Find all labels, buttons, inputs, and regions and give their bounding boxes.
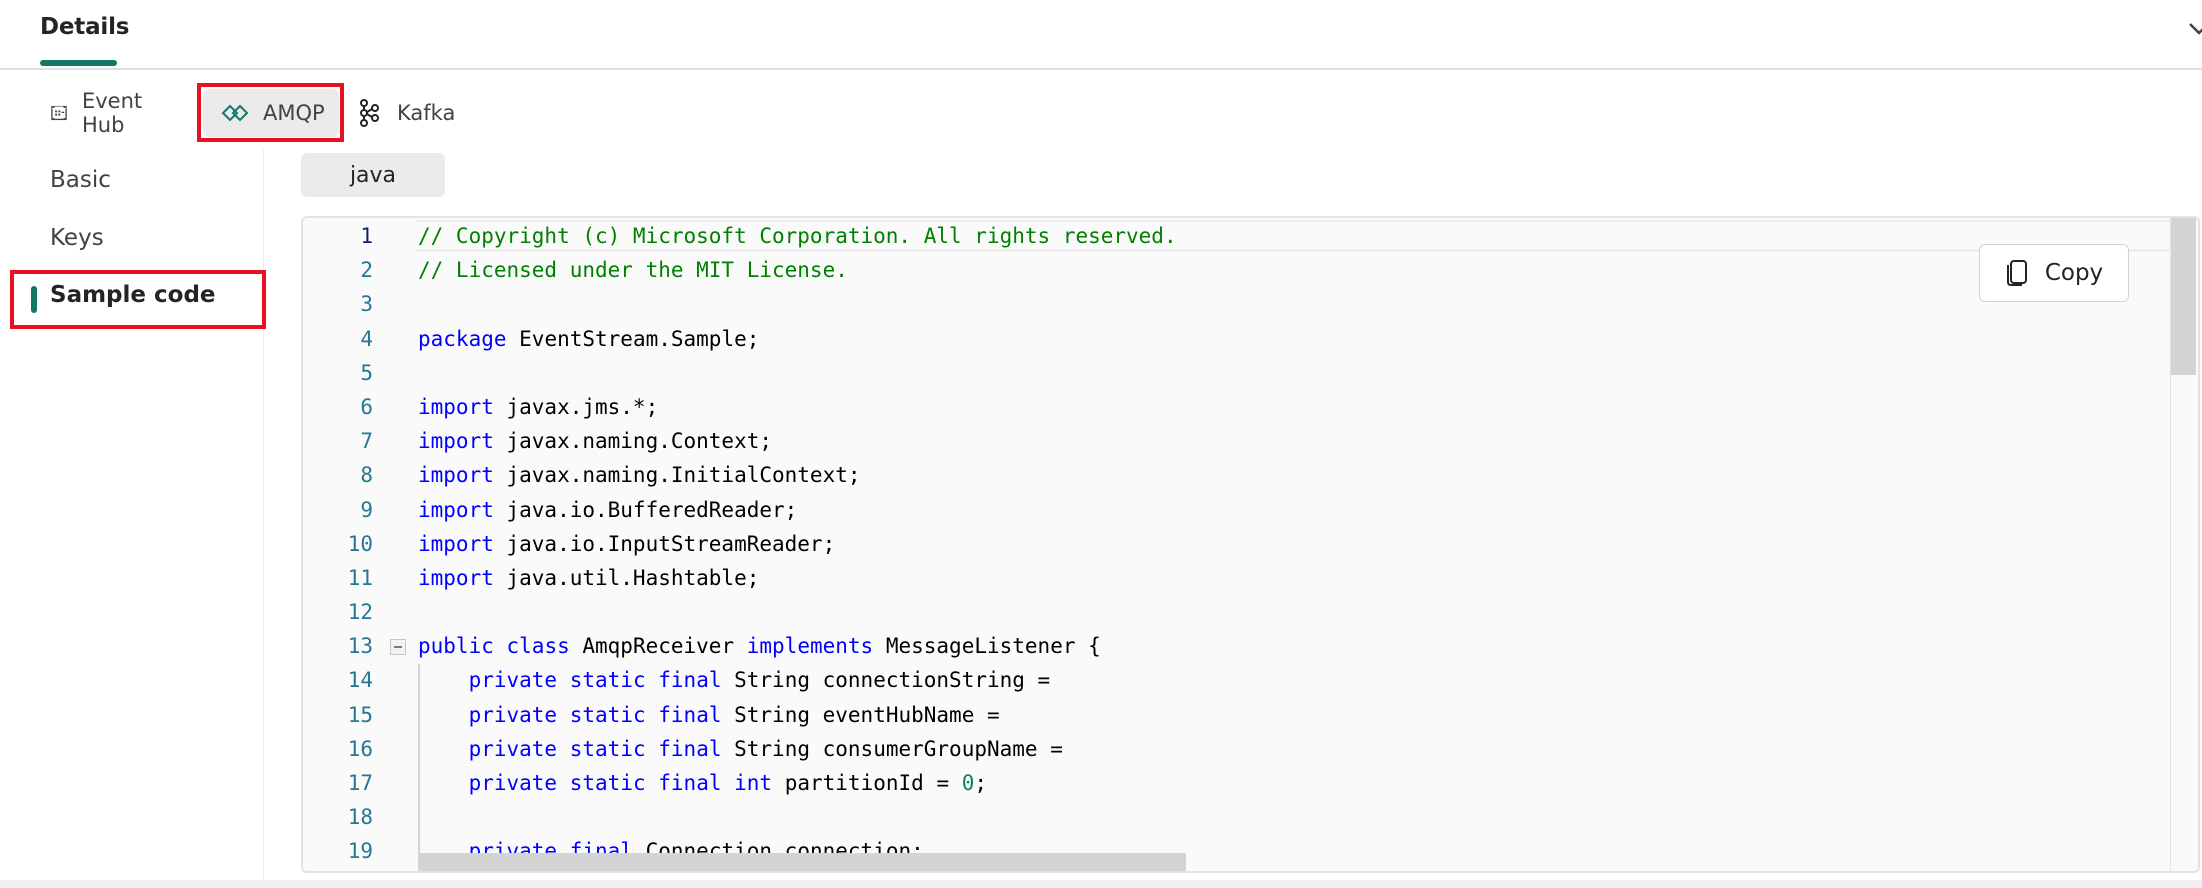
code-text: import javax.naming.InitialContext; [418, 463, 861, 488]
line-number: 18 [347, 805, 373, 830]
code-text: package EventStream.Sample; [418, 326, 760, 351]
code-line: 14 private static final String connectio… [303, 663, 2198, 697]
code-line: 10 import java.io.InputStreamReader; [303, 527, 2198, 561]
amqp-button[interactable]: AMQP [203, 89, 339, 137]
line-number: 11 [347, 565, 373, 590]
copy-button[interactable]: Copy [1979, 244, 2129, 302]
code-text: private static final String eventHubName… [468, 702, 1000, 727]
line-number: 13 [347, 634, 373, 659]
vertical-scrollbar[interactable] [2170, 218, 2198, 871]
code-line: 1 // Copyright (c) Microsoft Corporation.… [303, 219, 2198, 253]
line-number: 16 [347, 736, 373, 761]
line-number: 7 [360, 429, 373, 454]
code-text: private static final String connectionSt… [468, 668, 1051, 693]
bottom-bar [0, 880, 2202, 888]
line-number: 5 [360, 360, 373, 385]
code-line: 7 import javax.naming.Context; [303, 424, 2198, 458]
line-number: 3 [360, 292, 373, 317]
copy-label: Copy [2044, 260, 2104, 286]
code-line: 8 import javax.naming.InitialContext; [303, 458, 2198, 492]
code-line: 11 import java.util.Hashtable; [303, 561, 2198, 595]
code-line: 13 public class AmqpReceiver implements M… [303, 629, 2198, 663]
code-editor[interactable]: 1 // Copyright (c) Microsoft Corporation.… [301, 216, 2200, 873]
tab-selected-indicator [40, 60, 117, 66]
line-number: 12 [347, 600, 373, 625]
code-text: import javax.naming.Context; [418, 429, 773, 454]
code-line: 16 private static final String consumerG… [303, 732, 2198, 766]
code-line: 5 [303, 356, 2198, 390]
event-hub-label: Event Hub [81, 89, 143, 137]
code-line: 6 import javax.jms.*; [303, 390, 2198, 424]
line-number: 14 [347, 668, 373, 693]
kafka-button[interactable]: Kafka [355, 84, 455, 142]
line-number: 1 [360, 224, 373, 248]
indent-guide [418, 664, 420, 871]
kafka-label: Kafka [397, 101, 456, 125]
kafka-icon [360, 99, 379, 127]
code-line: 17 private static final int partitionId … [303, 766, 2198, 800]
details-header: Details [0, 0, 2202, 70]
code-line: 15 private static final String eventHubN… [303, 698, 2198, 732]
line-number: 6 [360, 394, 373, 419]
code-line: 18 [303, 800, 2198, 834]
event-hub-button[interactable]: Event Hub [50, 84, 152, 142]
nav-item-keys[interactable]: Keys [50, 225, 104, 251]
nav-item-basic[interactable]: Basic [50, 167, 111, 193]
code-text: import javax.jms.*; [418, 394, 659, 419]
vertical-scrollbar-thumb[interactable] [2171, 218, 2196, 375]
left-nav: Basic Keys Sample code [0, 150, 264, 888]
fold-toggle-icon[interactable] [390, 639, 406, 656]
line-number: 8 [360, 463, 373, 488]
copy-icon [2006, 260, 2027, 286]
nav-selected-indicator [31, 286, 37, 313]
chevron-icon[interactable] [2188, 18, 2202, 40]
code-text: import java.io.InputStreamReader; [418, 531, 836, 556]
code-text: import java.io.BufferedReader; [418, 497, 798, 522]
amqp-icon [221, 104, 249, 122]
line-number: 17 [347, 771, 373, 795]
horizontal-scrollbar-thumb[interactable] [418, 853, 1186, 871]
code-line: 9 import java.io.BufferedReader; [303, 493, 2198, 527]
amqp-label: AMQP [263, 101, 325, 125]
line-number: 15 [347, 702, 373, 727]
code-text: private static final String consumerGrou… [468, 736, 1063, 761]
code-text: // Copyright (c) Microsoft Corporation. … [418, 224, 1177, 248]
code-line: 4 package EventStream.Sample; [303, 322, 2198, 356]
line-number: 9 [360, 497, 373, 522]
code-text: private static final int partitionId = 0… [468, 771, 988, 795]
code-text: // Licensed under the MIT License. [418, 258, 848, 283]
event-hub-icon [51, 105, 67, 121]
line-number: 2 [360, 258, 373, 283]
nav-item-sample-code[interactable]: Sample code [50, 282, 216, 308]
line-number: 10 [347, 531, 373, 556]
code-text: public class AmqpReceiver implements Mes… [418, 634, 1101, 659]
code-line: 12 [303, 595, 2198, 629]
line-number: 4 [360, 326, 373, 351]
tab-details[interactable]: Details [40, 14, 129, 40]
line-number: 19 [347, 839, 373, 864]
code-line: 2 // Licensed under the MIT License. [303, 253, 2198, 287]
code-line: 3 [303, 287, 2198, 321]
language-tab-java[interactable]: java [301, 153, 445, 197]
code-lines: 1 // Copyright (c) Microsoft Corporation.… [303, 219, 2198, 869]
code-text: import java.util.Hashtable; [418, 565, 760, 590]
